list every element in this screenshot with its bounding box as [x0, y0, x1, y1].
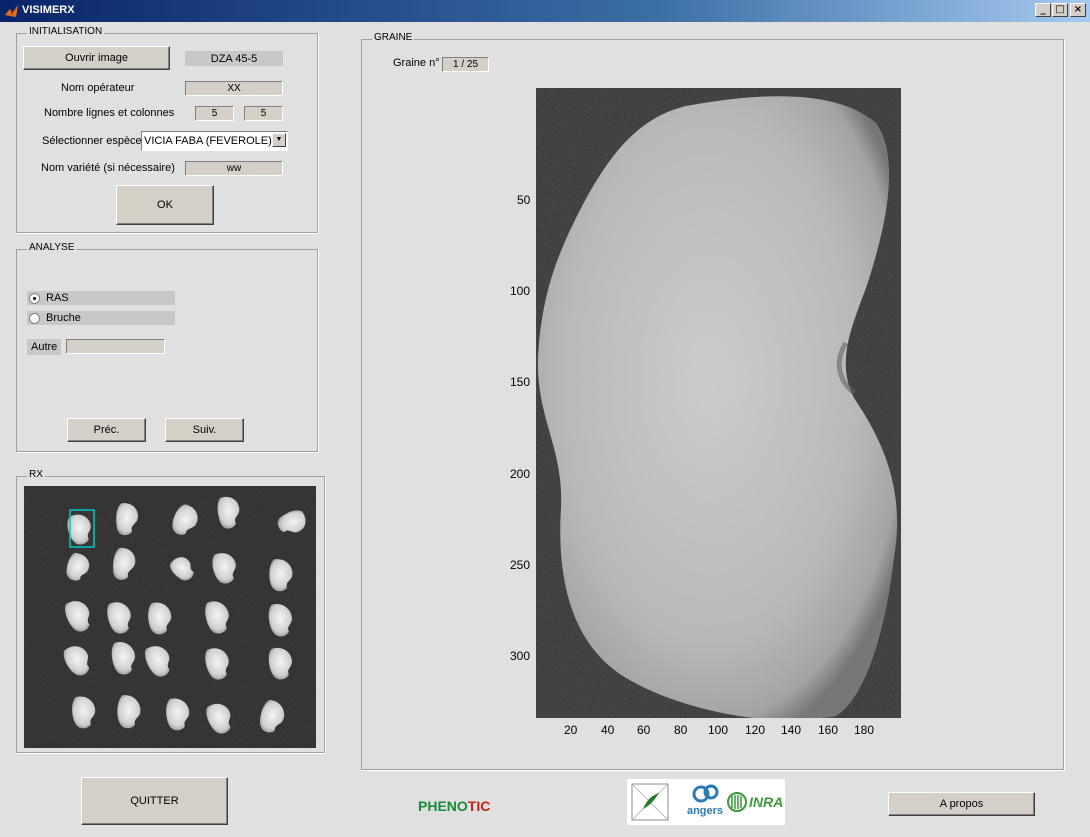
y-tick: 200	[510, 467, 531, 481]
minimize-button[interactable]: _	[1035, 3, 1051, 17]
graine-title: GRAINE	[372, 32, 415, 43]
quit-button[interactable]: QUITTER	[81, 777, 228, 825]
initialisation-panel: INITIALISATION Ouvrir image DZA 45-5 Nom…	[16, 26, 318, 233]
y-tick: 150	[510, 375, 531, 389]
radio-ras-indicator[interactable]	[29, 292, 40, 304]
operator-field[interactable]: XX	[185, 81, 283, 96]
x-tick: 60	[637, 723, 651, 737]
cols-field[interactable]: 5	[244, 106, 283, 121]
about-button[interactable]: A propos	[888, 792, 1035, 816]
rx-panel: RX	[16, 469, 325, 753]
lab-logo	[631, 783, 669, 821]
radio-ras-label: RAS	[46, 292, 69, 304]
title-bar: VISIMERX _ □ ×	[0, 0, 1090, 22]
rows-field[interactable]: 5	[195, 106, 234, 121]
window-title: VISIMERX	[22, 4, 75, 16]
y-tick: 250	[510, 558, 531, 572]
operator-label: Nom opérateur	[61, 82, 135, 94]
species-select[interactable]: VICIA FABA (FEVEROLE) ▼	[141, 131, 288, 151]
prev-button[interactable]: Préc.	[67, 418, 146, 442]
chevron-down-icon[interactable]: ▼	[272, 133, 286, 147]
seed-image[interactable]	[536, 88, 901, 718]
x-tick: 140	[781, 723, 802, 737]
rows-cols-label: Nombre lignes et colonnes	[44, 107, 175, 119]
angers-text: angers	[686, 805, 724, 817]
radio-ras[interactable]: RAS	[27, 291, 175, 305]
y-tick: 300	[510, 649, 531, 663]
inra-mark	[727, 792, 747, 812]
close-button[interactable]: ×	[1070, 3, 1086, 17]
radio-bruche-label: Bruche	[46, 312, 81, 324]
inra-logo: INRA	[727, 789, 783, 815]
x-tick: 160	[818, 723, 839, 737]
radio-bruche-indicator[interactable]	[29, 312, 40, 324]
phenotic-logo-b: TIC	[467, 798, 491, 814]
analyse-panel: ANALYSE RAS Bruche Autre Préc. Suiv.	[16, 242, 318, 452]
seed-number-label: Graine n°	[393, 57, 440, 69]
matlab-icon	[5, 5, 18, 17]
graine-panel: GRAINE Graine n° 1 / 25 50 100 150 200 2…	[361, 32, 1064, 770]
rx-title: RX	[27, 469, 45, 480]
open-image-button[interactable]: Ouvrir image	[23, 46, 170, 70]
phenotic-logo: PHENOTIC	[418, 798, 490, 814]
other-field[interactable]	[66, 339, 165, 354]
seed-number-field: 1 / 25	[442, 57, 489, 72]
window-client: INITIALISATION Ouvrir image DZA 45-5 Nom…	[0, 22, 1090, 837]
x-tick: 100	[708, 723, 729, 737]
y-tick: 50	[517, 193, 531, 207]
maximize-button[interactable]: □	[1052, 3, 1068, 17]
radio-bruche[interactable]: Bruche	[27, 311, 175, 325]
other-label: Autre	[27, 339, 61, 355]
x-tick: 180	[854, 723, 875, 737]
x-tick: 20	[564, 723, 578, 737]
variety-field[interactable]: ww	[185, 161, 283, 176]
angers-logo: angers	[685, 783, 725, 823]
species-label: Sélectionner espèce	[42, 135, 142, 147]
x-tick: 120	[745, 723, 766, 737]
species-value: VICIA FABA (FEVEROLE)	[144, 135, 272, 147]
initialisation-title: INITIALISATION	[27, 26, 105, 37]
x-tick: 80	[674, 723, 688, 737]
x-tick: 40	[601, 723, 615, 737]
analyse-title: ANALYSE	[27, 242, 77, 253]
angers-mark	[692, 784, 719, 803]
y-tick: 100	[510, 284, 531, 298]
ok-button[interactable]: OK	[116, 185, 214, 225]
file-name-display: DZA 45-5	[185, 51, 283, 66]
next-button[interactable]: Suiv.	[165, 418, 244, 442]
rx-overview-image[interactable]	[24, 486, 316, 748]
variety-label: Nom variété (si nécessaire)	[41, 162, 175, 174]
partner-logos: angers INRA	[627, 779, 785, 825]
phenotic-logo-a: PHENO	[418, 798, 468, 814]
inra-text: INRA	[749, 794, 784, 810]
